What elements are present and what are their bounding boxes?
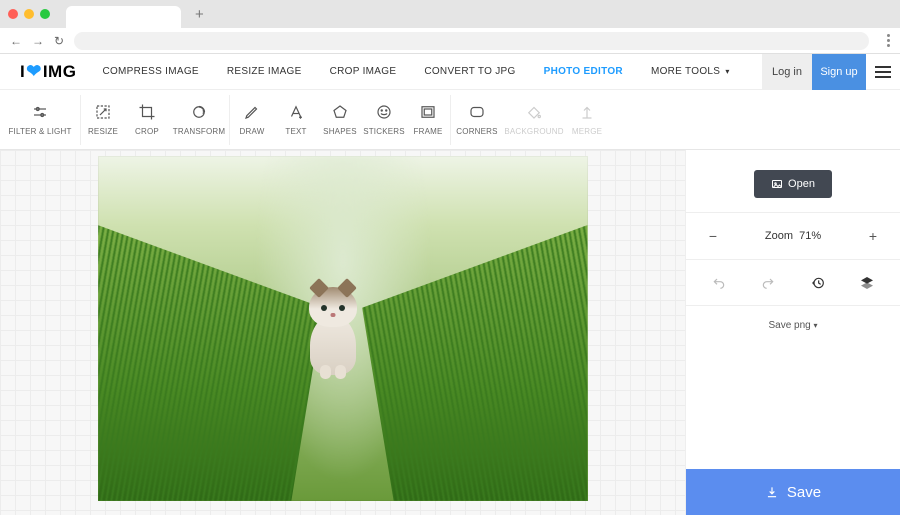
logo-text-img: IMG — [43, 62, 77, 82]
frame-icon — [419, 103, 437, 121]
zoom-row: − Zoom 71% + — [686, 212, 900, 260]
nav-compress[interactable]: COMPRESS IMAGE — [102, 66, 198, 77]
canvas-area[interactable] — [0, 150, 685, 515]
pentagon-icon — [331, 103, 349, 121]
browser-tab[interactable] — [66, 6, 181, 28]
image-icon — [771, 178, 783, 190]
save-button[interactable]: Save — [686, 469, 900, 515]
main-nav: COMPRESS IMAGE RESIZE IMAGE CROP IMAGE C… — [102, 66, 729, 77]
layers-icon — [859, 275, 875, 291]
tool-transform-label: TRANSFORM — [173, 127, 225, 136]
login-button[interactable]: Log in — [762, 54, 812, 90]
save-button-label: Save — [787, 484, 821, 501]
undo-icon — [711, 275, 727, 291]
redo-button[interactable] — [758, 273, 778, 293]
new-tab-button[interactable]: + — [195, 7, 204, 22]
download-icon — [765, 485, 779, 499]
browser-address-bar: ← → ↻ — [0, 28, 900, 54]
logo-text-i: I — [20, 62, 25, 82]
open-button[interactable]: Open — [754, 170, 832, 198]
nav-more-tools[interactable]: MORE TOOLS ▾ — [651, 66, 730, 77]
nav-more-tools-label: MORE TOOLS — [651, 66, 720, 77]
open-button-label: Open — [788, 178, 815, 190]
right-panel: Open − Zoom 71% + Save png — [685, 150, 900, 515]
nav-crop[interactable]: CROP IMAGE — [330, 66, 397, 77]
text-icon — [287, 103, 305, 121]
tool-text-label: TEXT — [285, 127, 306, 136]
smiley-icon — [375, 103, 393, 121]
tool-crop[interactable]: CROP — [125, 103, 169, 136]
tool-resize[interactable]: RESIZE — [81, 103, 125, 136]
tool-background-label: BACKGROUND — [504, 127, 563, 136]
tool-transform[interactable]: TRANSFORM — [169, 103, 229, 136]
browser-menu-icon[interactable] — [887, 34, 890, 47]
kitten-illustration — [310, 315, 356, 375]
tool-text[interactable]: TEXT — [274, 103, 318, 136]
nav-resize[interactable]: RESIZE IMAGE — [227, 66, 302, 77]
nav-photo-editor[interactable]: PHOTO EDITOR — [544, 66, 623, 77]
tool-resize-label: RESIZE — [88, 127, 118, 136]
save-format-select[interactable]: Save png ▾ — [686, 320, 900, 331]
tool-frame[interactable]: FRAME — [406, 103, 450, 136]
zoom-in-button[interactable]: + — [864, 227, 882, 245]
url-input[interactable] — [74, 32, 869, 50]
undo-button[interactable] — [709, 273, 729, 293]
editor-toolbar: FILTER & LIGHT RESIZE CROP TRANSFORM — [0, 90, 900, 150]
window-maximize-dot[interactable] — [40, 9, 50, 19]
signup-button[interactable]: Sign up — [812, 54, 866, 90]
zoom-value: 71% — [799, 230, 821, 242]
tool-draw-label: DRAW — [240, 127, 265, 136]
hamburger-menu-icon[interactable] — [866, 66, 900, 78]
back-icon[interactable]: ← — [10, 34, 22, 48]
tool-stickers-label: STICKERS — [363, 127, 405, 136]
tool-stickers[interactable]: STICKERS — [362, 103, 406, 136]
browser-titlebar: + — [0, 0, 900, 28]
nav-convert[interactable]: CONVERT TO JPG — [424, 66, 515, 77]
workspace: Open − Zoom 71% + Save png — [0, 150, 900, 515]
transform-icon — [190, 103, 208, 121]
logo[interactable]: I ❤ IMG — [0, 61, 90, 82]
window-close-dot[interactable] — [8, 9, 18, 19]
rounded-rect-icon — [468, 103, 486, 121]
tool-crop-label: CROP — [135, 127, 159, 136]
chevron-down-icon: ▾ — [814, 321, 818, 330]
pencil-icon — [243, 103, 261, 121]
save-format-label: Save png — [768, 320, 810, 331]
redo-icon — [760, 275, 776, 291]
canvas-image[interactable] — [98, 156, 588, 501]
tool-draw[interactable]: DRAW — [230, 103, 274, 136]
paint-bucket-icon — [525, 103, 543, 121]
tool-frame-label: FRAME — [414, 127, 443, 136]
reload-icon[interactable]: ↻ — [54, 34, 64, 48]
chevron-down-icon: ▾ — [725, 67, 729, 76]
tool-filter-light[interactable]: FILTER & LIGHT — [0, 103, 80, 136]
tool-merge-label: MERGE — [572, 127, 602, 136]
history-button[interactable] — [808, 273, 828, 293]
history-icon — [810, 275, 826, 291]
tool-filter-light-label: FILTER & LIGHT — [8, 127, 71, 136]
sliders-icon — [31, 103, 49, 121]
tool-shapes-label: SHAPES — [323, 127, 357, 136]
resize-icon — [94, 103, 112, 121]
forward-icon[interactable]: → — [32, 34, 44, 48]
merge-icon — [578, 103, 596, 121]
crop-icon — [138, 103, 156, 121]
tool-merge: MERGE — [565, 103, 609, 136]
heart-icon: ❤ — [26, 61, 42, 82]
history-row — [686, 260, 900, 306]
tool-corners[interactable]: CORNERS — [451, 103, 503, 136]
tool-background: BACKGROUND — [503, 103, 565, 136]
tool-shapes[interactable]: SHAPES — [318, 103, 362, 136]
zoom-label: Zoom — [765, 230, 793, 242]
tool-corners-label: CORNERS — [456, 127, 497, 136]
layers-button[interactable] — [857, 273, 877, 293]
site-header: I ❤ IMG COMPRESS IMAGE RESIZE IMAGE CROP… — [0, 54, 900, 90]
zoom-out-button[interactable]: − — [704, 227, 722, 245]
zoom-readout: Zoom 71% — [765, 230, 821, 242]
window-minimize-dot[interactable] — [24, 9, 34, 19]
